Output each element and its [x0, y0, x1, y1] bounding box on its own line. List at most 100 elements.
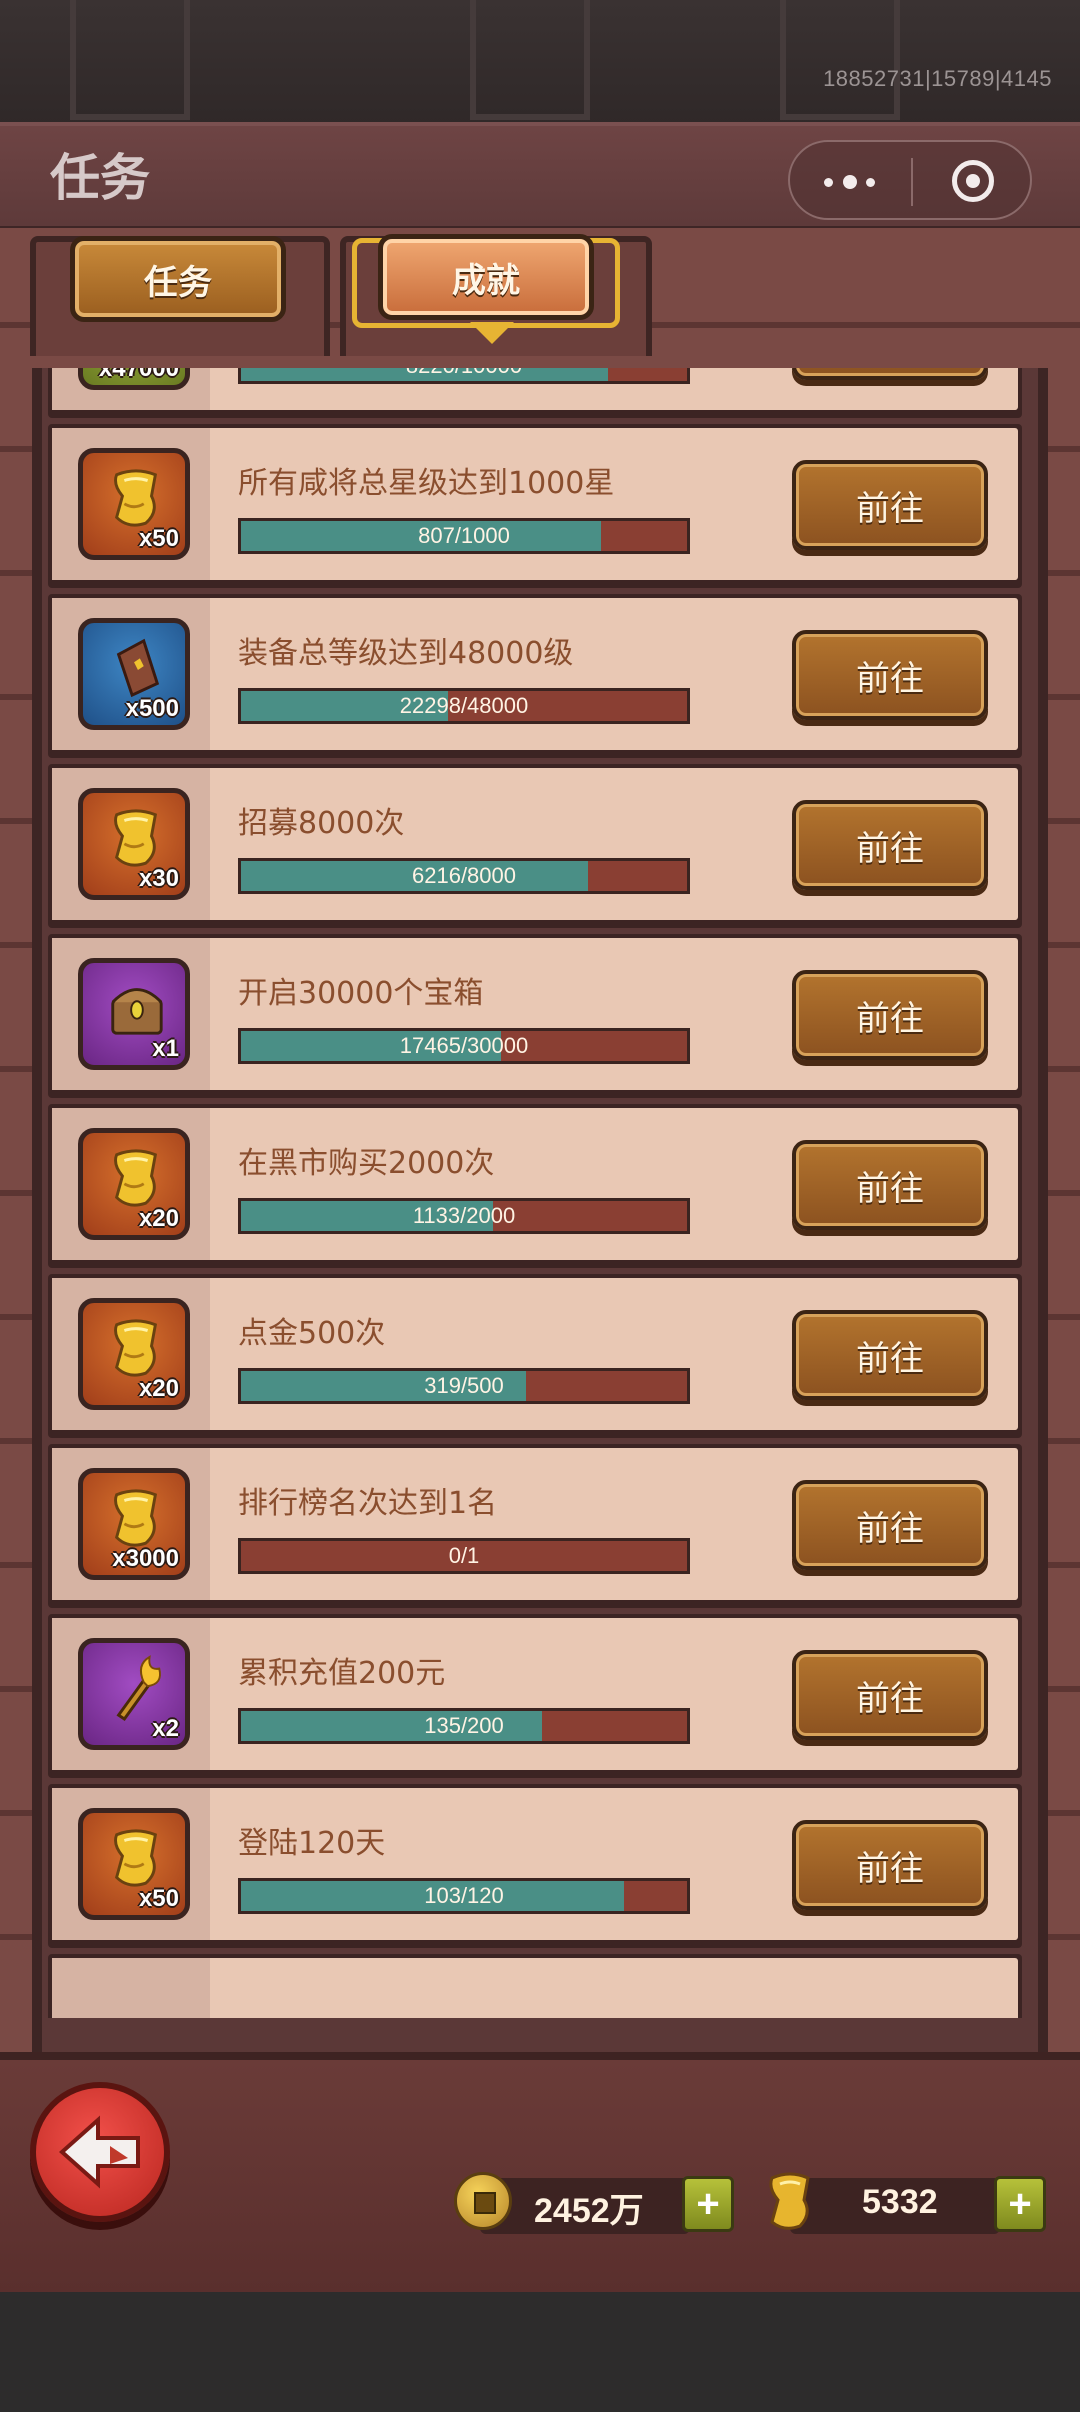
reward-count: x2 — [152, 1715, 179, 1742]
reward-item[interactable]: x50 — [78, 448, 190, 560]
achievement-row: x20 在黑市购买2000次 1133/2000 前往 — [48, 1104, 1022, 1268]
reward-item[interactable]: x50 — [78, 1808, 190, 1920]
achievement-row: x50 所有咸将总星级达到1000星 807/1000 前往 — [48, 424, 1022, 588]
achievement-row: x500 装备总等级达到48000级 22298/48000 前往 — [48, 594, 1022, 758]
progress-text: 319/500 — [424, 1373, 504, 1398]
progress-text: 1133/2000 — [412, 1203, 516, 1228]
reward-item[interactable]: x1 — [78, 958, 190, 1070]
progress-bar: 6216/8000 — [238, 858, 690, 894]
progress-bar: 135/200 — [238, 1708, 690, 1744]
reward-count: x20 — [138, 1375, 179, 1402]
reward-count: x20 — [138, 1205, 179, 1232]
go-button[interactable]: 前往 — [792, 1140, 988, 1230]
tab-achievements[interactable]: 成就 — [378, 234, 594, 320]
decor-frame — [780, 0, 900, 120]
gold-scroll-icon — [114, 1149, 158, 1207]
reward-count: x30 — [138, 865, 179, 892]
reward-count: x500 — [125, 695, 179, 722]
reward-count: x50 — [138, 1885, 179, 1912]
achievement-row-partial — [48, 1954, 1022, 2018]
decor-frame — [70, 0, 190, 120]
progress-text: 103/120 — [424, 1883, 504, 1908]
progress-bar: 103/120 — [238, 1878, 690, 1914]
add-scrolls-button[interactable]: + — [994, 2176, 1046, 2232]
reward-item[interactable]: x30 — [78, 788, 190, 900]
progress-bar: 0/1 — [238, 1538, 690, 1574]
mini-program-capsule — [788, 140, 1032, 220]
more-menu-button[interactable] — [790, 142, 911, 220]
progress-text: 17465/30000 — [399, 1033, 529, 1058]
reward-item[interactable]: x47000 — [78, 368, 190, 390]
system-nav-strip — [0, 2292, 1080, 2412]
progress-bar: 1133/2000 — [238, 1198, 690, 1234]
golden-torch-icon — [116, 1655, 161, 1721]
go-button[interactable]: 前往 — [792, 1820, 988, 1910]
gold-scroll-icon — [114, 1829, 158, 1887]
build-id-text: 18852731|15789|4145 — [823, 66, 1052, 91]
achievement-title: 所有咸将总星级达到1000星 — [238, 466, 615, 501]
reward-count: x50 — [138, 525, 179, 552]
gold-scroll-icon — [114, 809, 158, 867]
progress-text: 135/200 — [424, 1713, 504, 1738]
reward-count: x47000 — [98, 368, 179, 382]
reward-count: x1 — [152, 1035, 179, 1062]
treasure-chest-icon — [111, 988, 163, 1035]
progress-bar: 8220/10000 — [238, 368, 690, 384]
reward-item[interactable]: x2 — [78, 1638, 190, 1750]
progress-text: 8220/10000 — [241, 368, 687, 381]
achievement-row: x2 累积充值200元 135/200 前往 — [48, 1614, 1022, 1778]
go-button[interactable]: 前往 — [792, 970, 988, 1060]
reward-count: x3000 — [112, 1545, 179, 1572]
gold-scroll-icon — [769, 2172, 810, 2230]
title-bar: 任务 — [0, 122, 1080, 232]
achievement-title: 点金500次 — [238, 1316, 386, 1351]
progress-bar: 319/500 — [238, 1368, 690, 1404]
achievement-title: 排行榜名次达到1名 — [238, 1486, 498, 1521]
achievement-title: 开启30000个宝箱 — [238, 976, 484, 1011]
gold-scroll-icon — [114, 469, 158, 527]
tab-tasks[interactable]: 任务 — [70, 236, 286, 322]
selected-tab-arrow-icon — [470, 322, 514, 344]
progress-text: 807/1000 — [418, 523, 510, 548]
achievement-row: x47000 8220/10000 前往 — [48, 368, 1022, 418]
page-title: 任务 — [50, 149, 150, 207]
progress-bar: 22298/48000 — [238, 688, 690, 724]
reward-item[interactable]: x500 — [78, 618, 190, 730]
reward-item[interactable]: x20 — [78, 1128, 190, 1240]
copper-coin-icon — [454, 2172, 512, 2230]
go-button[interactable]: 前往 — [792, 1310, 988, 1400]
go-button[interactable]: 前往 — [792, 800, 988, 890]
achievement-row: x20 点金500次 319/500 前往 — [48, 1274, 1022, 1438]
gold-scroll-icon — [114, 1319, 158, 1377]
reward-item[interactable]: x3000 — [78, 1468, 190, 1580]
close-mini-program-button[interactable] — [913, 142, 1034, 220]
go-button[interactable]: 前往 — [792, 460, 988, 550]
equipment-scroll-icon — [116, 638, 160, 698]
achievement-title: 招募8000次 — [238, 806, 405, 841]
achievement-list[interactable]: x47000 8220/10000 前往 x50 所有咸将总星级达到1000星 … — [48, 368, 1022, 2018]
scroll-amount: 5332 — [862, 2183, 938, 2221]
back-button[interactable] — [30, 2082, 170, 2222]
add-coins-button[interactable]: + — [682, 2176, 734, 2232]
achievement-title: 装备总等级达到48000级 — [238, 636, 574, 671]
achievement-row: x1 开启30000个宝箱 17465/30000 前往 — [48, 934, 1022, 1098]
go-button[interactable]: 前往 — [792, 630, 988, 720]
achievement-row: x30 招募8000次 6216/8000 前往 — [48, 764, 1022, 928]
progress-text: 0/1 — [448, 1543, 480, 1568]
back-arrow-icon — [58, 2115, 140, 2189]
achievement-row: x50 登陆120天 103/120 前往 — [48, 1784, 1022, 1948]
progress-text: 6216/8000 — [412, 863, 516, 888]
reward-item[interactable]: x20 — [78, 1298, 190, 1410]
decor-frame — [470, 0, 590, 120]
achievement-row: x3000 排行榜名次达到1名 0/1 前往 — [48, 1444, 1022, 1608]
top-status-strip: 18852731|15789|4145 — [0, 0, 1080, 128]
go-button[interactable]: 前往 — [792, 368, 988, 380]
progress-text: 22298/48000 — [399, 693, 529, 718]
achievement-title: 累积充值200元 — [238, 1656, 446, 1691]
achievement-title: 登陆120天 — [238, 1826, 386, 1861]
progress-bar: 807/1000 — [238, 518, 690, 554]
go-button[interactable]: 前往 — [792, 1480, 988, 1570]
go-button[interactable]: 前往 — [792, 1650, 988, 1740]
gold-scroll-icon — [114, 1489, 158, 1547]
achievement-title: 在黑市购买2000次 — [238, 1146, 495, 1181]
